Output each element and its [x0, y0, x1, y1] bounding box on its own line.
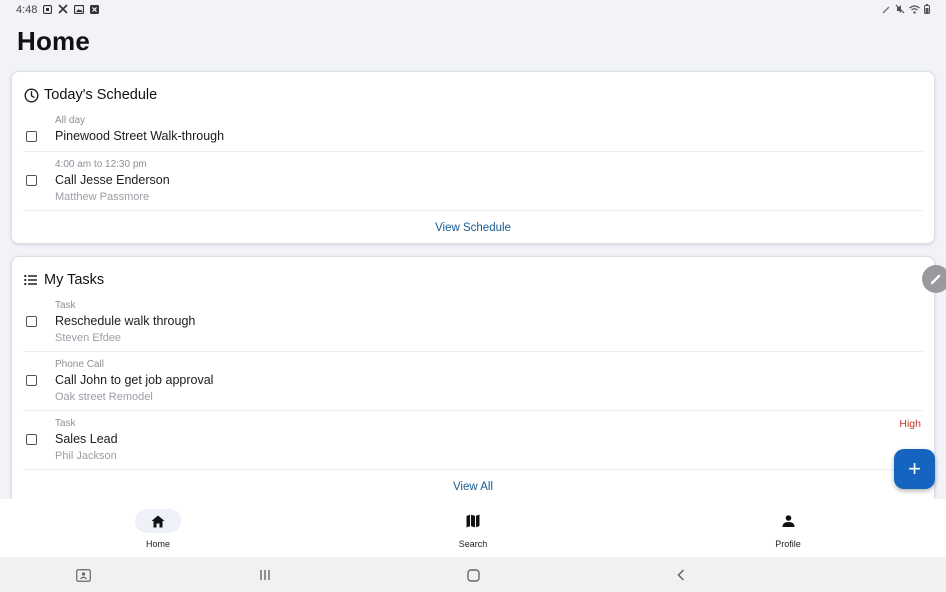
schedule-item-checkbox[interactable]	[26, 175, 37, 186]
view-schedule-link[interactable]: View Schedule	[12, 211, 934, 244]
status-bar: 4:48	[0, 0, 946, 20]
task-item-checkbox[interactable]	[26, 316, 37, 327]
schedule-item-title: Pinewood Street Walk-through	[55, 129, 225, 143]
task-item-assignee: Phil Jackson	[55, 450, 117, 462]
image-icon	[74, 4, 85, 16]
task-priority-badge: High	[899, 418, 921, 430]
task-item[interactable]: Task Reschedule walk through Steven Efde…	[23, 299, 923, 352]
schedule-item[interactable]: 4:00 am to 12:30 pm Call Jesse Enderson …	[23, 152, 923, 211]
task-item-project: Oak street Remodel	[55, 391, 153, 403]
nav-profile-label: Profile	[775, 539, 801, 549]
tasks-card: My Tasks Task Reschedule walk through St…	[11, 256, 935, 516]
nav-home-label: Home	[145, 539, 170, 549]
back-icon[interactable]	[672, 566, 690, 584]
schedule-card-header: Today's Schedule	[12, 72, 934, 114]
schedule-item-title: Call Jesse Enderson	[55, 173, 170, 187]
task-item[interactable]: Phone Call Call John to get job approval…	[23, 352, 923, 411]
schedule-item-time: 4:00 am to 12:30 pm	[55, 159, 147, 170]
nav-home[interactable]: Home	[98, 499, 218, 557]
task-item-type: Task	[55, 300, 76, 311]
wifi-icon	[909, 4, 920, 16]
nav-search[interactable]: Search	[413, 499, 533, 557]
bottom-navigation: Home Search Profile	[0, 499, 946, 557]
task-item-title: Reschedule walk through	[55, 314, 196, 328]
tasks-card-header: My Tasks	[12, 257, 934, 299]
map-icon	[450, 509, 496, 533]
mute-icon	[895, 4, 905, 16]
task-item-type: Phone Call	[55, 359, 104, 370]
page-title: Home	[17, 26, 91, 56]
schedule-item[interactable]: All day Pinewood Street Walk-through	[23, 114, 923, 152]
home-icon	[135, 509, 181, 533]
home-system-icon[interactable]	[464, 566, 482, 584]
tools-icon	[58, 4, 68, 16]
schedule-card: Today's Schedule All day Pinewood Street…	[11, 71, 935, 244]
notification-icon	[43, 4, 53, 16]
task-item-type: Task	[55, 418, 76, 429]
task-item-checkbox[interactable]	[26, 375, 37, 386]
list-icon	[23, 272, 39, 288]
task-item-title: Sales Lead	[55, 432, 118, 446]
system-navigation-bar	[0, 557, 946, 592]
battery-icon	[924, 4, 930, 16]
pencil-icon	[930, 274, 941, 285]
close-box-icon	[90, 4, 100, 16]
status-time: 4:48	[16, 4, 38, 16]
task-item-assignee: Steven Efdee	[55, 332, 122, 344]
task-item-checkbox[interactable]	[26, 434, 37, 445]
keyboard-switch-icon[interactable]	[74, 566, 92, 584]
add-button[interactable]: +	[894, 449, 935, 489]
clock-icon	[23, 87, 39, 103]
schedule-item-time: All day	[55, 115, 86, 126]
schedule-card-title: Today's Schedule	[44, 87, 158, 103]
recent-apps-icon[interactable]	[256, 566, 274, 584]
schedule-item-assignee: Matthew Passmore	[55, 191, 150, 203]
task-item-title: Call John to get job approval	[55, 373, 214, 387]
nav-profile[interactable]: Profile	[728, 499, 848, 557]
task-item[interactable]: Task High Sales Lead Phil Jackson	[23, 411, 923, 470]
pen-icon	[882, 5, 891, 16]
nav-search-label: Search	[458, 539, 488, 549]
edge-panel-handle[interactable]	[922, 265, 946, 293]
schedule-item-checkbox[interactable]	[26, 131, 37, 142]
tasks-card-title: My Tasks	[44, 272, 105, 288]
person-icon	[765, 509, 811, 533]
